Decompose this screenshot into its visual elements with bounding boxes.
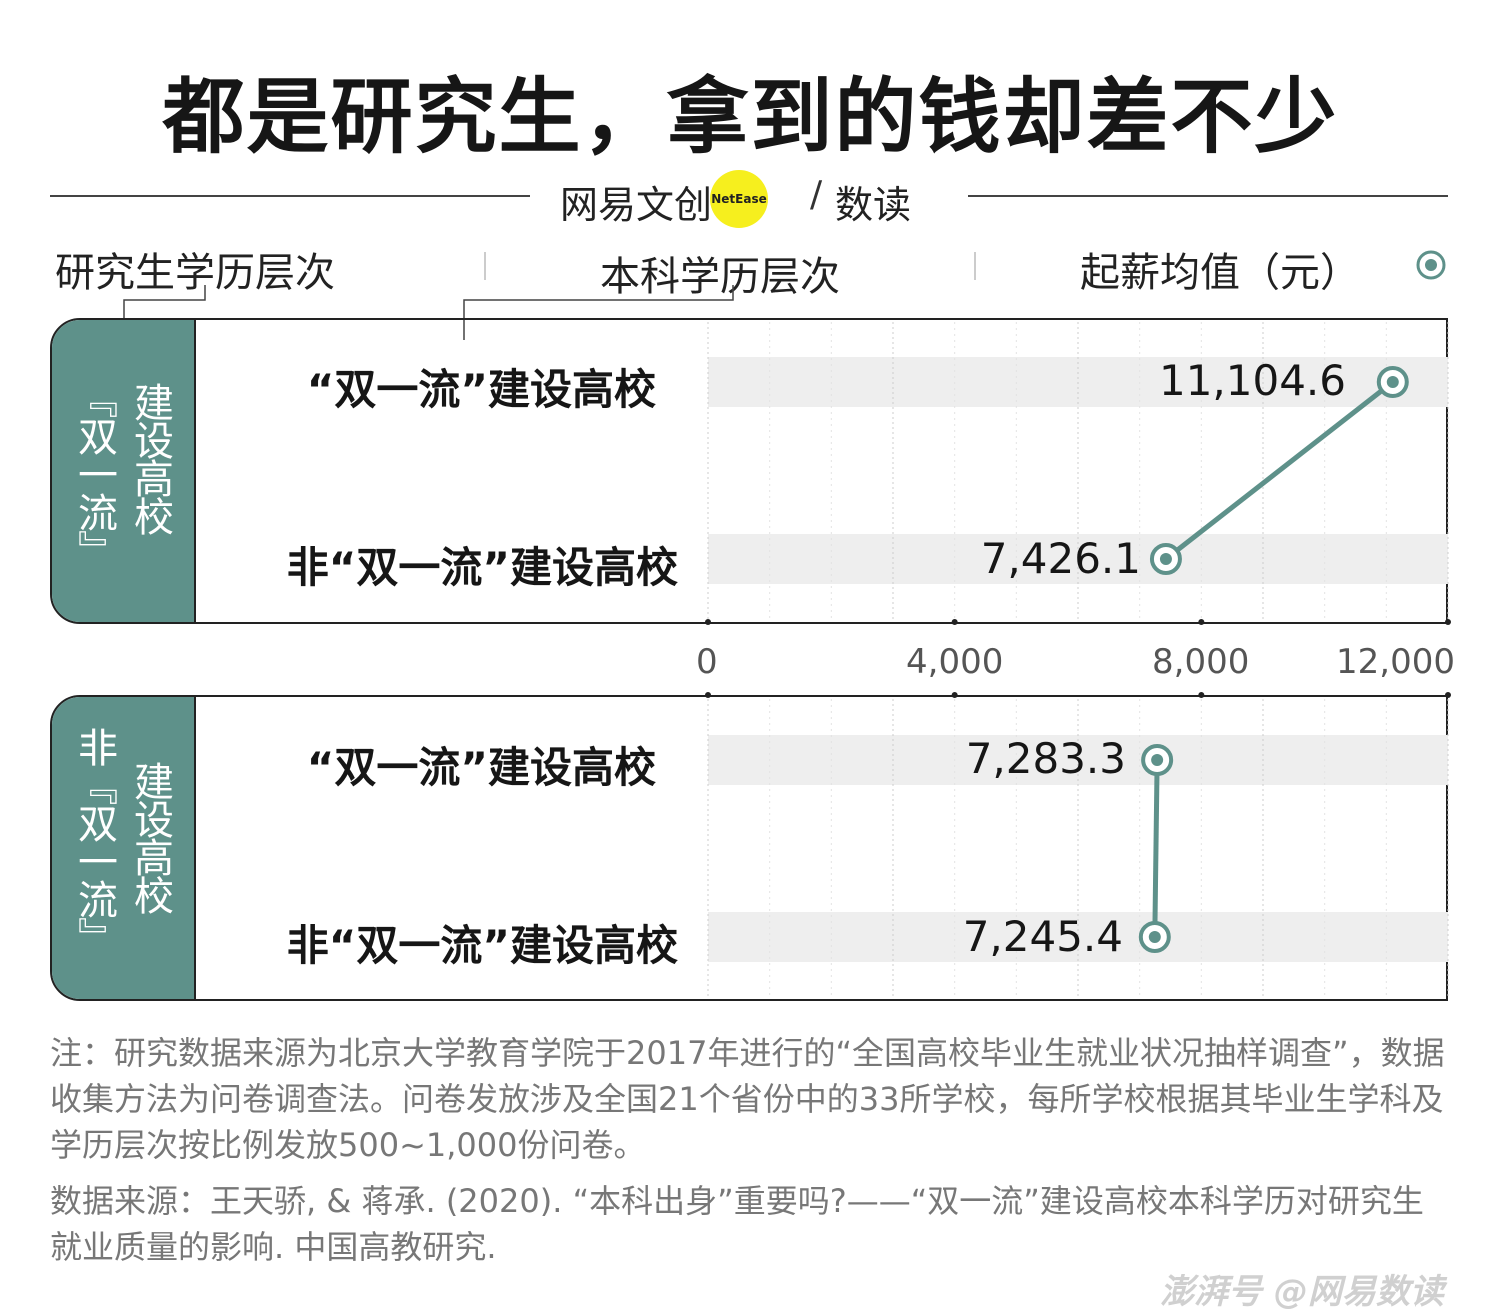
axis-tick-mark — [951, 692, 958, 698]
value-label-p1-non: 7,426.1 — [980, 534, 1141, 583]
value-label-p2-dfc: 7,283.3 — [965, 734, 1126, 783]
axis-tick-mark — [1445, 692, 1451, 698]
footnote: 注：研究数据来源为北京大学教育学院于2017年进行的“全国高校毕业生就业状况抽样… — [50, 1034, 1445, 1164]
axis-tick-4000: 4,000 — [906, 642, 1004, 682]
axis-tick-mark — [705, 692, 711, 698]
value-label-p2-non: 7,245.4 — [962, 912, 1123, 961]
axis-tick-8000: 8,000 — [1152, 642, 1250, 682]
data-point — [1149, 543, 1182, 575]
data-source: 数据来源：王天骄, & 蒋承. (2020). “本科出身”重要吗?——“双一流… — [50, 1182, 1424, 1266]
axis-tick-mark — [1198, 692, 1205, 698]
data-point — [1376, 366, 1409, 398]
series-connector-line — [1152, 759, 1160, 938]
series-connector-line — [1164, 380, 1395, 561]
chart-plot-area — [705, 322, 1451, 997]
watermark: 澎湃号 @网易数读 — [1160, 1272, 1444, 1312]
value-label-p1-dfc: 11,104.6 — [1158, 356, 1346, 405]
axis-tick-mark — [705, 619, 711, 625]
data-point — [1138, 921, 1171, 953]
data-point — [1141, 744, 1174, 776]
axis-tick-mark — [1445, 619, 1451, 625]
axis-tick-0: 0 — [696, 642, 718, 682]
axis-tick-mark — [1198, 619, 1205, 625]
axis-tick-12000: 12,000 — [1336, 642, 1455, 682]
axis-tick-mark — [951, 619, 958, 625]
